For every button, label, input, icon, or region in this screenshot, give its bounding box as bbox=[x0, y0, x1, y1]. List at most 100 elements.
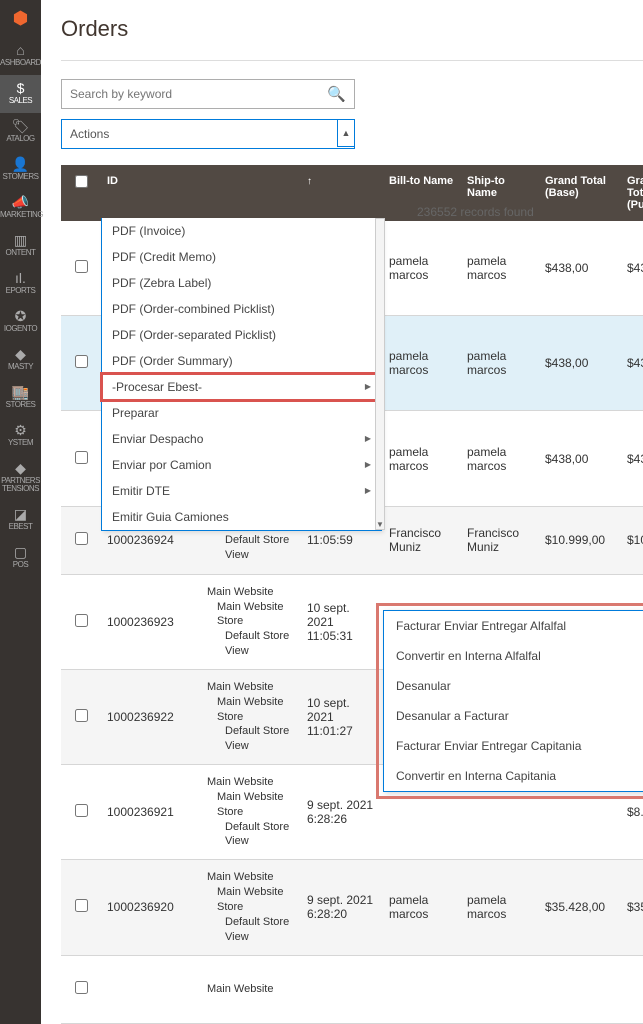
cell-purchase-point: Main Website bbox=[201, 972, 301, 1007]
table-header: ID Bill-to Name Ship-to Name Grand Total… bbox=[61, 165, 643, 221]
actions-menu-item[interactable]: Preparar bbox=[102, 400, 381, 426]
sidebar-item-ontent[interactable]: ▥ ONTENT bbox=[0, 227, 41, 265]
actions-menu-item[interactable]: PDF (Zebra Label) bbox=[102, 270, 381, 296]
cell-grandtotal-base: $10.999,00 bbox=[539, 523, 621, 557]
actions-menu-item[interactable]: Emitir Guia Camiones bbox=[102, 504, 381, 530]
sidebar-label: ONTENT bbox=[0, 249, 41, 257]
column-id[interactable]: ID bbox=[101, 165, 201, 221]
cell-shipto: pamela marcos bbox=[461, 244, 539, 292]
sidebar-item-sales[interactable]: $SALES bbox=[0, 75, 41, 113]
row-checkbox[interactable] bbox=[75, 709, 88, 722]
sidebar-item-partners-tensions[interactable]: ◆PARTNERS TENSIONS bbox=[0, 455, 41, 501]
sidebar-item-eports[interactable]: ıl.EPORTS bbox=[0, 265, 41, 303]
row-checkbox[interactable] bbox=[75, 899, 88, 912]
row-checkbox[interactable] bbox=[75, 451, 88, 464]
actions-menu-item[interactable]: PDF (Credit Memo) bbox=[102, 244, 381, 270]
procesar-ebest-submenu: Facturar Enviar Entregar AlfalfalConvert… bbox=[383, 610, 643, 792]
table-row[interactable]: Main Website bbox=[61, 956, 643, 1024]
cell-grandtotal-base: $35.428,00 bbox=[539, 890, 621, 924]
sidebar-item-atalog[interactable]: 🏷ATALOG bbox=[0, 113, 41, 151]
sidebar-label: STORES bbox=[0, 401, 41, 409]
submenu-item[interactable]: Facturar Enviar Entregar Alfalfal bbox=[384, 611, 643, 641]
actions-menu-item[interactable]: PDF (Order-combined Picklist) bbox=[102, 296, 381, 322]
actions-dropdown-menu: PDF (Invoice)PDF (Credit Memo)PDF (Zebra… bbox=[101, 218, 382, 531]
actions-menu-item[interactable]: -Procesar Ebest- bbox=[102, 374, 381, 400]
cell-billto: pamela marcos bbox=[383, 883, 461, 931]
sidebar-label: IOGENTO bbox=[0, 325, 41, 333]
search-wrap: 🔍 bbox=[61, 79, 355, 109]
cell-date: 10 sept. 2021 11:05:31 bbox=[301, 591, 383, 653]
row-checkbox[interactable] bbox=[75, 614, 88, 627]
sidebar-item-iogento[interactable]: ✪IOGENTO bbox=[0, 303, 41, 341]
actions-dropdown-button[interactable]: Actions ▲ bbox=[61, 119, 355, 149]
sidebar-icon: ⚙ bbox=[0, 423, 41, 437]
row-checkbox[interactable] bbox=[75, 981, 88, 994]
actions-menu-item[interactable]: PDF (Invoice) bbox=[102, 218, 381, 244]
dropdown-scrollbar[interactable]: ▼ bbox=[375, 218, 385, 530]
column-grandtotal-purchased[interactable]: Grand Tot (Purchase bbox=[621, 165, 643, 221]
sidebar-icon: ◪ bbox=[0, 507, 41, 521]
cell-shipto: pamela marcos bbox=[461, 339, 539, 387]
sidebar-item-pos[interactable]: ▢POS bbox=[0, 539, 41, 577]
row-checkbox[interactable] bbox=[75, 355, 88, 368]
actions-menu-item[interactable]: Enviar Despacho bbox=[102, 426, 381, 452]
main-content: Orders 🔍 Actions ▲ 236552 records found … bbox=[41, 0, 643, 1024]
cell-grandtotal-base: $438,00 bbox=[539, 442, 621, 476]
cell-billto bbox=[383, 979, 461, 999]
sidebar-label: MASTY bbox=[0, 363, 41, 371]
cell-shipto: Francisco Muniz bbox=[461, 516, 539, 564]
sidebar-item-ashboard[interactable]: ⌂ASHBOARD bbox=[0, 37, 41, 75]
sidebar-icon: 🏷 bbox=[0, 119, 41, 133]
row-checkbox[interactable] bbox=[75, 532, 88, 545]
search-icon[interactable]: 🔍 bbox=[327, 85, 346, 103]
chevron-down-icon: ▼ bbox=[376, 520, 384, 529]
sidebar-item-stomers[interactable]: 👤STOMERS bbox=[0, 151, 41, 189]
row-checkbox[interactable] bbox=[75, 260, 88, 273]
cell-billto bbox=[383, 802, 461, 822]
cell-purchase-point: Main WebsiteMain Website StoreDefault St… bbox=[201, 670, 301, 764]
cell-grandtotal-purchased: $438,0 bbox=[621, 251, 643, 285]
cell-date: 9 sept. 2021 6:28:26 bbox=[301, 788, 383, 836]
submenu-item[interactable]: Convertir en Interna Alfalfal bbox=[384, 641, 643, 671]
sidebar-icon: 👤 bbox=[0, 157, 41, 171]
cell-id: 1000236923 bbox=[101, 605, 201, 639]
sidebar-icon: 📣 bbox=[0, 195, 41, 209]
sidebar-item-ebest[interactable]: ◪EBEST bbox=[0, 501, 41, 539]
cell-grandtotal-purchased: $10.999,0 bbox=[621, 523, 643, 557]
sidebar-item-marketing[interactable]: 📣 MARKETING bbox=[0, 189, 41, 227]
cell-grandtotal-purchased: $438,0 bbox=[621, 346, 643, 380]
sidebar-item-ystem[interactable]: ⚙ YSTEM bbox=[0, 417, 41, 455]
cell-grandtotal-purchased: $438,0 bbox=[621, 442, 643, 476]
submenu-item[interactable]: Facturar Enviar Entregar Capitania bbox=[384, 731, 643, 761]
chevron-up-icon[interactable]: ▲ bbox=[337, 119, 355, 147]
sidebar-item-stores[interactable]: 🏬STORES bbox=[0, 379, 41, 417]
sidebar-label: YSTEM bbox=[0, 439, 41, 447]
column-grandtotal-base[interactable]: Grand Total (Base) bbox=[539, 165, 621, 221]
actions-menu-item[interactable]: Enviar por Camion bbox=[102, 452, 381, 478]
cell-grandtotal-purchased: $35.428,0 bbox=[621, 890, 643, 924]
cell-date: 10 sept. 2021 11:01:27 bbox=[301, 686, 383, 748]
column-checkbox[interactable] bbox=[61, 165, 101, 221]
sidebar-label: SALES bbox=[0, 97, 41, 105]
sidebar-icon: ▥ bbox=[0, 233, 41, 247]
submenu-item[interactable]: Desanular bbox=[384, 671, 643, 701]
cell-grandtotal-base bbox=[539, 979, 621, 999]
sidebar-item-masty[interactable]: ◆MASTY bbox=[0, 341, 41, 379]
actions-label: Actions bbox=[70, 127, 109, 141]
cell-purchase-point: Main WebsiteMain Website StoreDefault St… bbox=[201, 765, 301, 859]
search-input[interactable] bbox=[70, 87, 327, 101]
actions-menu-item[interactable]: PDF (Order-separated Picklist) bbox=[102, 322, 381, 348]
sidebar-label: MARKETING bbox=[0, 211, 41, 219]
select-all-checkbox[interactable] bbox=[75, 175, 88, 188]
column-pv[interactable] bbox=[201, 165, 301, 221]
actions-menu-item[interactable]: PDF (Order Summary) bbox=[102, 348, 381, 374]
submenu-item[interactable]: Desanular a Facturar bbox=[384, 701, 643, 731]
sidebar-icon: ◆ bbox=[0, 461, 41, 475]
submenu-item[interactable]: Convertir en Interna Capitania bbox=[384, 761, 643, 791]
row-checkbox[interactable] bbox=[75, 804, 88, 817]
cell-grandtotal-base bbox=[539, 802, 621, 822]
cell-id: 1000236920 bbox=[101, 890, 201, 924]
column-date[interactable] bbox=[301, 165, 383, 221]
actions-menu-item[interactable]: Emitir DTE bbox=[102, 478, 381, 504]
table-row[interactable]: 1000236920Main WebsiteMain Website Store… bbox=[61, 860, 643, 955]
